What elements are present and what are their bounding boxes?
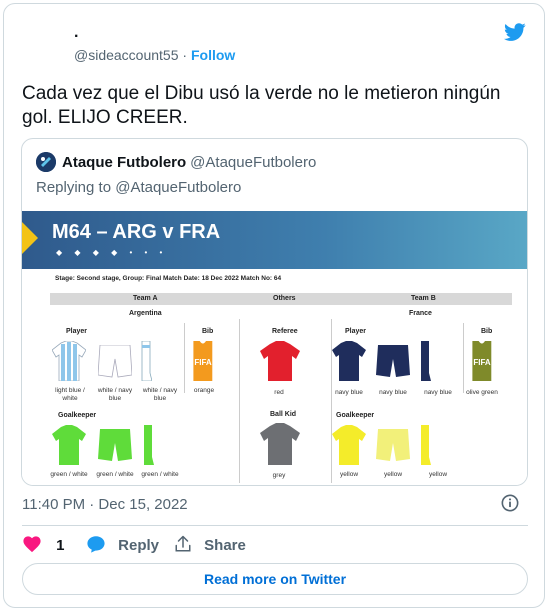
divider [22, 525, 528, 526]
caption: navy blue [379, 389, 407, 396]
ball-kid-shirt-icon [260, 423, 300, 465]
caption: light blue / white [55, 387, 85, 402]
caption: green / white [96, 471, 134, 478]
label-player-a: Player [66, 328, 88, 335]
referee-shirt-icon [260, 341, 300, 381]
reply-action[interactable]: Reply [86, 535, 159, 554]
twitter-bird-icon[interactable] [503, 21, 527, 43]
label-referee: Referee [272, 328, 298, 335]
separator-line [463, 323, 464, 393]
caption: green / white [50, 471, 88, 478]
like-action[interactable]: 1 [22, 535, 65, 554]
bib-label: FIFA [194, 358, 212, 367]
argentina-gk-shorts-icon [98, 429, 132, 461]
tweet-text: Cada vez que el Dibu usó la verde no le … [22, 83, 501, 128]
banner-triangle [22, 222, 38, 254]
header-others: Others [273, 295, 296, 302]
header-team-b: Team B [411, 295, 436, 302]
caption: yellow [428, 471, 448, 478]
caption: grey [272, 472, 286, 479]
like-count: 1 [56, 537, 65, 554]
share-icon[interactable] [174, 535, 192, 553]
quoted-display-name[interactable]: Ataque Futbolero [62, 154, 186, 171]
caption: orange [193, 387, 215, 394]
label-goalkeeper-a: Goalkeeper [58, 412, 97, 419]
author-handle-row: @sideaccount55 · Follow [74, 47, 235, 63]
caption: red [274, 389, 284, 396]
heart-icon[interactable] [22, 535, 42, 553]
share-label[interactable]: Share [204, 537, 246, 554]
france-socks-icon [421, 341, 431, 381]
caption: white / navy blue [97, 387, 133, 402]
caption: olive green [466, 389, 498, 396]
argentina-socks-icon [141, 341, 152, 381]
caption: yellow [383, 471, 403, 478]
ball-logo-icon [36, 152, 56, 172]
tweet-timestamp[interactable]: 11:40 PM · Dec 15, 2022 [22, 496, 188, 513]
argentina-bib-icon: FIFA [193, 341, 213, 381]
label-bib-a: Bib [202, 328, 214, 335]
kit-title: M64 – ARG v FRA [52, 221, 221, 243]
author-display-name[interactable]: . [74, 25, 78, 41]
label-ball-kid: Ball Kid [270, 411, 297, 418]
banner-dots: ◆ ◆ ◆ ◆ • • • [56, 248, 168, 257]
separator-line [239, 319, 240, 483]
share-action[interactable]: Share [174, 535, 246, 554]
info-icon[interactable] [501, 494, 519, 512]
bib-label: FIFA [473, 358, 491, 367]
france-gk-socks-icon [421, 425, 431, 465]
separator-dot: · [182, 47, 188, 63]
caption: navy blue [335, 389, 363, 396]
label-bib-b: Bib [481, 328, 493, 335]
quoted-tweet[interactable]: Ataque Futbolero @AtaqueFutbolero Replyin… [21, 138, 528, 486]
separator-line [184, 323, 185, 393]
team-b-name: France [409, 310, 432, 317]
label-goalkeeper-b: Goalkeeper [336, 412, 375, 419]
france-shorts-icon [376, 345, 410, 377]
quoted-handle[interactable]: @AtaqueFutbolero [190, 154, 316, 171]
kit-image[interactable]: M64 – ARG v FRA ◆ ◆ ◆ ◆ • • • Stage: Sec… [22, 211, 527, 485]
label-player-b: Player [345, 328, 367, 335]
quoted-avatar[interactable] [36, 152, 56, 172]
kit-banner: M64 – ARG v FRA ◆ ◆ ◆ ◆ • • • [22, 211, 527, 269]
argentina-shirt-icon [52, 341, 86, 381]
follow-link[interactable]: Follow [191, 47, 235, 63]
team-a-name: Argentina [129, 310, 162, 317]
caption: white / navy blue [142, 387, 178, 402]
replying-to: Replying to @AtaqueFutbolero [36, 179, 242, 196]
reply-bubble-icon[interactable] [86, 535, 106, 553]
france-bib-icon: FIFA [472, 341, 492, 381]
argentina-shorts-icon [98, 345, 132, 378]
reply-label[interactable]: Reply [118, 537, 159, 554]
france-gk-shorts-icon [376, 429, 410, 461]
france-shirt-icon [332, 341, 366, 381]
caption: green / white [141, 471, 179, 478]
read-more-button[interactable]: Read more on Twitter [22, 563, 528, 595]
quoted-author[interactable]: Ataque Futbolero @AtaqueFutbolero [62, 154, 316, 171]
caption: navy blue [424, 389, 452, 396]
argentina-gk-socks-icon [144, 425, 154, 465]
caption: yellow [339, 471, 359, 478]
argentina-gk-shirt-icon [52, 425, 86, 465]
stage-line: Stage: Second stage, Group: Final Match … [55, 275, 282, 282]
author-handle[interactable]: @sideaccount55 [74, 47, 179, 63]
france-gk-shirt-icon [332, 425, 366, 465]
header-team-a: Team A [133, 295, 158, 302]
tweet-card: . @sideaccount55 · Follow Cada vez que e… [3, 3, 545, 608]
